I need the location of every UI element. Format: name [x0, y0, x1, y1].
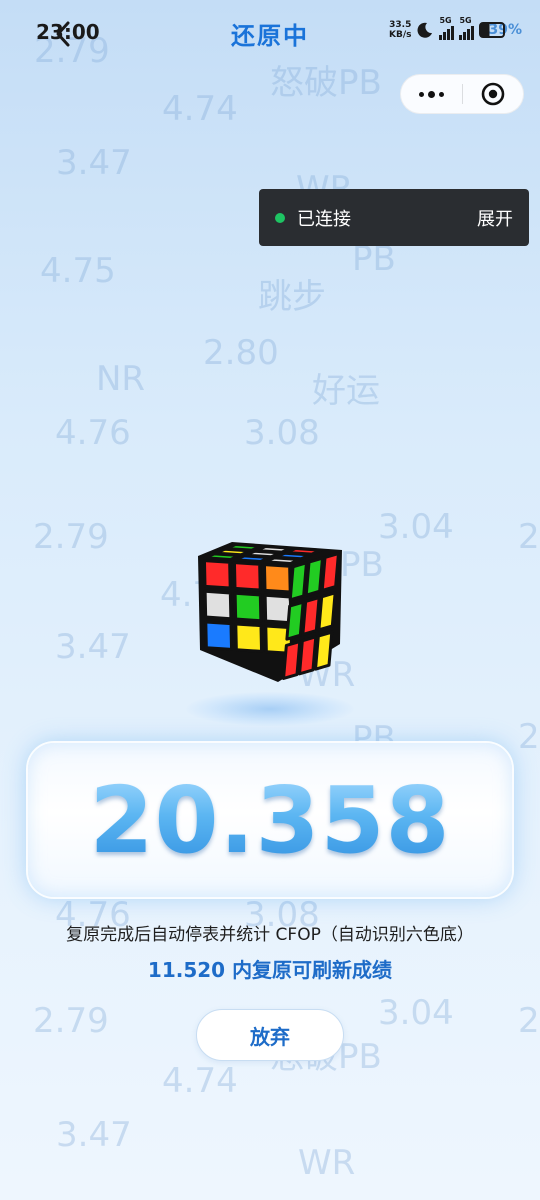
- watermark-text: 怒破PB: [270, 63, 382, 103]
- watermark-text: 好运: [312, 371, 380, 411]
- cube-right-sticker: [298, 635, 318, 676]
- cube-front-sticker: [202, 559, 232, 590]
- watermark-text: 4.74: [162, 1061, 238, 1101]
- watermark-text: WR: [298, 1143, 356, 1183]
- close-button[interactable]: [463, 75, 524, 113]
- cube-front-sticker: [234, 622, 264, 653]
- battery-icon: [479, 22, 506, 38]
- watermark-text: 2: [518, 1001, 540, 1041]
- watermark-text: 4.74: [162, 89, 238, 129]
- cube-right-sticker: [301, 596, 321, 636]
- watermark-text: 2: [518, 517, 540, 557]
- watermark-text: 4.75: [40, 251, 116, 291]
- watermark-text: 3.47: [56, 143, 132, 183]
- watermark-text: 3.04: [378, 993, 454, 1033]
- cube-front-sticker: [233, 591, 263, 623]
- cube-shadow: [186, 692, 354, 726]
- sim2-network-label: 5G: [459, 16, 472, 25]
- watermark-text: 3.47: [56, 1115, 132, 1155]
- target-close-icon: [481, 82, 505, 106]
- timer-card: 20.358: [28, 743, 512, 897]
- watermark-text: 2.80: [203, 333, 279, 373]
- cube-right-sticker: [304, 556, 324, 597]
- refresh-hint-text: 11.520 内复原可刷新成绩: [147, 958, 393, 982]
- cube-front-sticker: [232, 561, 262, 592]
- cube-top-sticker: [285, 547, 323, 556]
- watermark-text: 3.04: [378, 507, 454, 547]
- connection-panel: 已连接 展开: [259, 189, 529, 246]
- timer-value: 20.358: [89, 766, 451, 874]
- give-up-button[interactable]: 放弃: [196, 1009, 344, 1061]
- sim1-network-label: 5G: [439, 16, 452, 25]
- watermark-text: 2: [518, 717, 540, 757]
- cube-right-sticker: [314, 630, 334, 671]
- mini-program-capsule: [400, 74, 524, 114]
- cube-front-sticker: [262, 563, 292, 594]
- rubiks-cube-icon: [198, 542, 342, 682]
- connection-status-dot: [275, 212, 285, 223]
- more-dots-icon: [418, 90, 444, 98]
- watermark-text: PB: [352, 239, 396, 279]
- watermark-text: 3.08: [244, 413, 320, 453]
- signal-sim2-icon: 5G: [459, 16, 475, 40]
- watermark-text: 2.79: [33, 517, 109, 557]
- cube-right-sticker: [282, 640, 302, 680]
- cube-right-sticker: [285, 600, 305, 641]
- more-button[interactable]: [401, 75, 462, 113]
- do-not-disturb-moon-icon: [418, 22, 433, 38]
- signal-sim1-icon: 5G: [439, 16, 455, 40]
- cube-top-sticker: [255, 545, 293, 554]
- status-bar: 23:00 还原中 33.5 KB/s 5G 5G 39%: [0, 0, 540, 64]
- status-icons: 33.5 KB/s 5G 5G 39%: [389, 16, 522, 40]
- hint-text: 复原完成后自动停表并统计 CFOP（自动识别六色底）: [66, 925, 474, 945]
- cube-front-sticker: [204, 620, 234, 651]
- connection-status-text: 已连接: [297, 208, 351, 230]
- cube-right-sticker: [288, 561, 308, 602]
- watermark-text: 跳步: [258, 277, 326, 317]
- cube-front-sticker: [263, 593, 293, 625]
- cube-right-sticker: [317, 591, 337, 632]
- watermark-text: 4.76: [55, 413, 131, 453]
- network-speed: 33.5 KB/s: [389, 20, 411, 40]
- cube-top-sticker: [225, 543, 263, 552]
- watermark-text: 2.79: [33, 1001, 109, 1041]
- cube-front-sticker: [203, 589, 233, 621]
- watermark-text: NR: [96, 359, 146, 399]
- network-speed-unit: KB/s: [389, 30, 412, 40]
- cube-right-sticker: [320, 552, 340, 592]
- network-speed-value: 33.5: [389, 20, 412, 30]
- expand-button[interactable]: 展开: [477, 205, 513, 231]
- watermark-text: 3.47: [55, 627, 131, 667]
